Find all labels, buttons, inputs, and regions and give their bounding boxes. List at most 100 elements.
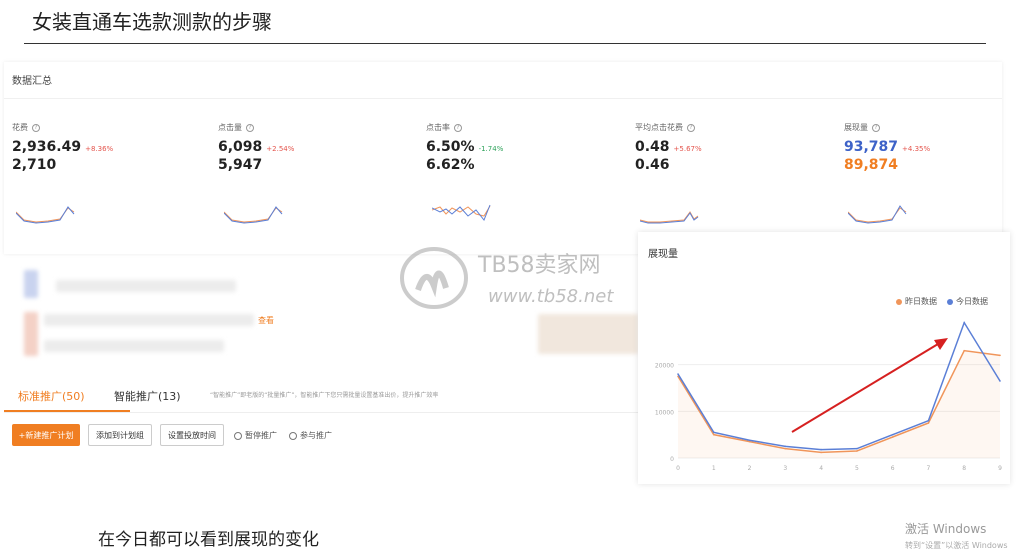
data-point [820, 451, 822, 454]
x-tick-label: 8 [962, 465, 966, 472]
metric-yesterday: 0.46 [635, 157, 670, 173]
data-point [891, 433, 894, 436]
data-point [999, 354, 1001, 357]
data-point [712, 431, 715, 434]
metric-yesterday: 5,947 [218, 157, 263, 173]
metric-today: 0.48 [635, 139, 670, 155]
watermark-brand: TB58卖家网 [478, 253, 601, 278]
data-point [891, 436, 894, 438]
metric-name: 花费 [12, 123, 28, 132]
play-icon [289, 431, 297, 440]
data-point [927, 422, 930, 424]
join-button[interactable]: 参与推广 [289, 430, 332, 441]
metric-change: +4.35% [902, 145, 931, 153]
data-point [927, 419, 930, 422]
join-label: 参与推广 [300, 431, 332, 440]
windows-activate-text: 激活 Windows [905, 522, 987, 536]
metric-name: 点击率 [426, 123, 450, 132]
metric-name: 平均点击花费 [635, 123, 683, 132]
windows-activate-hint: 转到“设置”以激活 Windows [905, 541, 1008, 550]
x-tick-label: 0 [676, 465, 680, 472]
add-to-group-button[interactable]: 添加到计划组 [88, 424, 152, 446]
watermark-logo-icon [400, 247, 468, 309]
blurred-thumbnail [24, 270, 38, 298]
pause-icon [234, 431, 242, 440]
sparkline-impressions[interactable] [848, 202, 908, 226]
x-tick-label: 4 [819, 465, 823, 472]
blurred-text [56, 280, 236, 292]
data-summary-panel: 数据汇总 花费? 2,936.49 +8.36% 2,710 点击量? 6,09… [4, 62, 1002, 254]
data-point [784, 447, 787, 450]
blurred-text [44, 314, 254, 326]
help-icon[interactable]: ? [687, 123, 695, 132]
metric-ctr: 点击率? 6.50% -1.74% 6.62% [426, 122, 606, 173]
tab-standard-promotion[interactable]: 标准推广(50) [18, 388, 85, 404]
metric-avg-cpc: 平均点击花费? 0.48 +5.67% 0.46 [635, 122, 815, 173]
set-time-button[interactable]: 设置投放时间 [160, 424, 224, 446]
data-point [963, 349, 966, 352]
slide-caption: 在今日都可以看到展现的变化 [98, 530, 319, 550]
x-tick-label: 7 [927, 465, 931, 472]
metric-today: 93,787 [844, 139, 899, 155]
slide-title: 女装直通车选款测款的步骤 [32, 10, 272, 34]
data-point [856, 450, 858, 452]
y-tick-label: 20000 [655, 363, 674, 370]
x-tick-label: 9 [998, 465, 1002, 472]
view-link[interactable]: 查看 [258, 315, 274, 326]
metric-today: 6.50% [426, 139, 475, 155]
sparkline-clicks[interactable] [224, 202, 284, 226]
data-point [748, 439, 751, 442]
x-tick-label: 2 [748, 465, 752, 472]
promotion-tabs-area: 标准推广(50) 智能推广(13) “智能推广”即老版的“批量推广”，智能推广下… [4, 368, 638, 478]
help-icon[interactable]: ? [246, 123, 254, 132]
pause-label: 暂停推广 [245, 431, 277, 440]
metric-yesterday: 2,710 [12, 157, 57, 173]
x-tick-label: 3 [783, 465, 787, 472]
metric-clicks: 点击量? 6,098 +2.54% 5,947 [218, 122, 398, 173]
annotation-arrow-line [791, 343, 939, 433]
metric-impressions: 展现量? 93,787 +4.35% 89,874 [844, 122, 1023, 173]
data-point [820, 448, 822, 451]
tab-active-underline [4, 410, 130, 412]
data-point [856, 447, 858, 450]
data-point [784, 445, 787, 448]
sparkline-avg-cpc[interactable] [640, 202, 700, 226]
data-point [963, 321, 966, 324]
help-icon[interactable]: ? [872, 123, 880, 132]
metric-today: 2,936.49 [12, 139, 82, 155]
metric-name: 点击量 [218, 123, 242, 132]
data-point [712, 433, 715, 436]
tab-divider [4, 412, 638, 413]
impressions-chart[interactable]: 0 10000 20000 0 1 2 3 4 5 6 7 8 9 [638, 232, 1010, 484]
sparkline-spend[interactable] [16, 202, 76, 226]
blurred-thumbnail [538, 314, 638, 354]
watermark-url: www.tb58.net [488, 286, 614, 307]
impressions-chart-popup: 展现量 昨日数据 今日数据 0 10000 20000 0 1 2 3 4 5 6 7 8 9 [638, 232, 1010, 484]
x-tick-label: 5 [855, 465, 859, 472]
title-rule [24, 43, 986, 44]
metric-change: +8.36% [85, 145, 114, 153]
tab-smart-promotion[interactable]: 智能推广(13) [114, 388, 181, 404]
x-tick-label: 1 [712, 465, 716, 472]
pause-button[interactable]: 暂停推广 [234, 430, 277, 441]
metric-change: +2.54% [266, 145, 295, 153]
help-icon[interactable]: ? [454, 123, 462, 132]
metric-change: +5.67% [673, 145, 702, 153]
x-tick-label: 6 [891, 465, 895, 472]
blurred-thumbnail [24, 312, 38, 356]
data-point [999, 380, 1001, 382]
y-tick-label: 10000 [655, 409, 674, 416]
help-icon[interactable]: ? [32, 123, 40, 132]
tab-note: “智能推广”即老版的“批量推广”，智能推广下您只需批量设置基准出价，提升推广效率 [210, 392, 439, 399]
new-plan-button[interactable]: +新建推广计划 [12, 424, 80, 446]
sparkline-ctr[interactable] [432, 202, 492, 226]
panel-title: 数据汇总 [12, 76, 52, 87]
blurred-text [44, 340, 224, 352]
panel-divider [4, 98, 1002, 99]
metric-name: 展现量 [844, 123, 868, 132]
metric-change: -1.74% [478, 145, 504, 153]
metric-spend: 花费? 2,936.49 +8.36% 2,710 [12, 122, 192, 173]
data-point [677, 373, 679, 375]
metric-today: 6,098 [218, 139, 263, 155]
y-tick-label: 0 [670, 456, 674, 463]
